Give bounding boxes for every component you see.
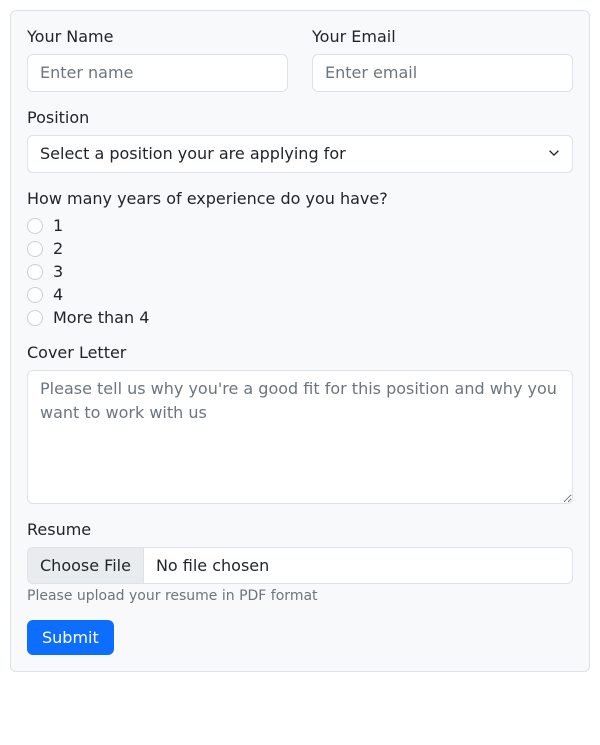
email-input[interactable] xyxy=(312,54,573,92)
name-input[interactable] xyxy=(27,54,288,92)
position-label: Position xyxy=(27,108,573,127)
experience-option-label[interactable]: 4 xyxy=(53,285,63,304)
choose-file-button[interactable]: Choose File xyxy=(28,548,144,583)
job-application-form: Your Name Your Email Position Select a p… xyxy=(10,10,590,672)
cover-letter-label: Cover Letter xyxy=(27,343,573,362)
resume-help-text: Please upload your resume in PDF format xyxy=(27,588,573,604)
experience-option-label[interactable]: 3 xyxy=(53,262,63,281)
cover-letter-textarea[interactable] xyxy=(27,370,573,504)
experience-radio-4[interactable] xyxy=(27,287,43,303)
experience-radio-1[interactable] xyxy=(27,218,43,234)
resume-file-input[interactable]: Choose File No file chosen xyxy=(27,547,573,584)
submit-button[interactable]: Submit xyxy=(27,620,114,655)
experience-label: How many years of experience do you have… xyxy=(27,189,573,208)
experience-radio-3[interactable] xyxy=(27,264,43,280)
email-label: Your Email xyxy=(312,27,573,46)
position-select[interactable]: Select a position your are applying for xyxy=(27,135,573,173)
name-label: Your Name xyxy=(27,27,288,46)
experience-radio-2[interactable] xyxy=(27,241,43,257)
experience-group: How many years of experience do you have… xyxy=(27,189,573,327)
experience-option-label[interactable]: 1 xyxy=(53,216,63,235)
experience-radio-more[interactable] xyxy=(27,310,43,326)
experience-option-label[interactable]: More than 4 xyxy=(53,308,149,327)
resume-label: Resume xyxy=(27,520,573,539)
file-status-text: No file chosen xyxy=(144,548,281,583)
experience-option-label[interactable]: 2 xyxy=(53,239,63,258)
